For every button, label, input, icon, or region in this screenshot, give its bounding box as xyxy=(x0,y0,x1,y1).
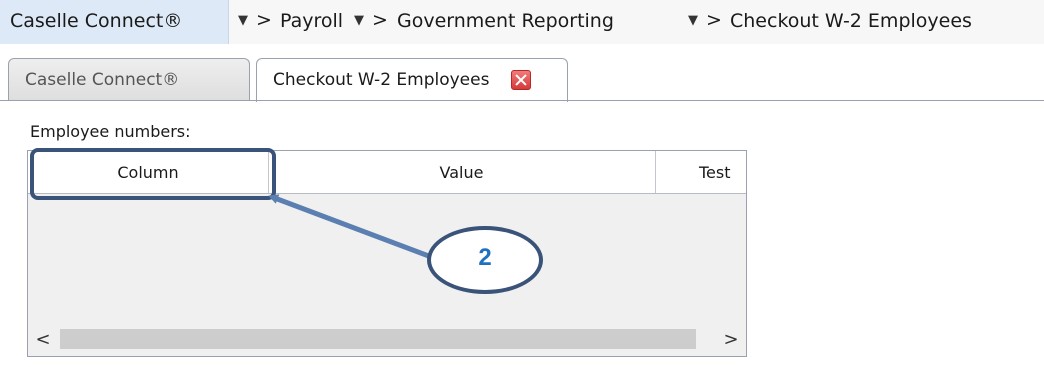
annotation-arrow xyxy=(268,194,435,261)
annotation-number: 2 xyxy=(478,244,492,271)
annotation-callout: 2 xyxy=(427,226,543,294)
